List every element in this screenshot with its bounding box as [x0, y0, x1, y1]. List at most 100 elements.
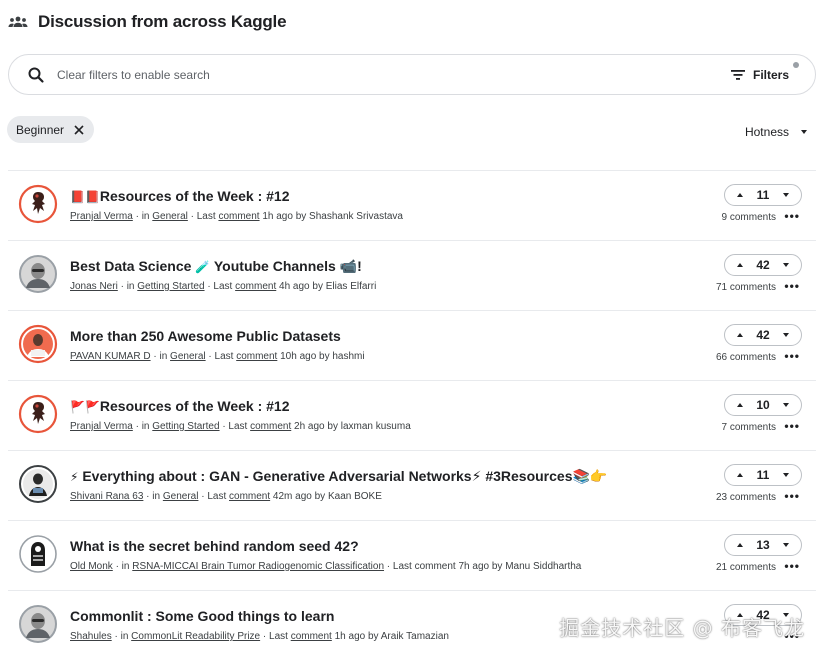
- search-input[interactable]: [57, 62, 731, 87]
- caret-up-icon: [737, 543, 743, 547]
- author-link[interactable]: Shivani Rana 63: [70, 491, 143, 502]
- meta-in: · in: [120, 281, 135, 292]
- topic-title[interactable]: More than 250 Awesome Public Datasets: [70, 328, 341, 344]
- comment-count[interactable]: 7 comments: [722, 422, 776, 433]
- caret-down-icon: [782, 333, 789, 337]
- sort-label: Hotness: [744, 125, 789, 139]
- meta-in: · in: [115, 561, 130, 572]
- vote-control: 11: [724, 464, 802, 486]
- topic-meta: Pranjal Verma · in General · Last commen…: [70, 211, 403, 222]
- forum-link[interactable]: Getting Started: [152, 421, 219, 432]
- forum-link[interactable]: General: [170, 351, 206, 362]
- filter-chip-beginner[interactable]: Beginner: [7, 116, 95, 143]
- avatar[interactable]: [18, 534, 58, 574]
- last-comment-link[interactable]: comment: [250, 421, 291, 432]
- forum-link[interactable]: RSNA-MICCAI Brain Tumor Radiogenomic Cla…: [132, 561, 384, 572]
- vote-count: 42: [756, 258, 770, 272]
- title-text: Resources of the Week : #12: [99, 398, 290, 414]
- more-options-icon[interactable]: •••: [784, 489, 800, 503]
- downvote-button[interactable]: [779, 468, 793, 482]
- last-comment-link[interactable]: comment: [236, 351, 277, 362]
- filters-label: Filters: [752, 67, 789, 82]
- last-comment-link[interactable]: comment: [218, 211, 259, 222]
- downvote-button[interactable]: [779, 398, 793, 412]
- author-link[interactable]: PAVAN KUMAR D: [70, 351, 151, 362]
- upvote-button[interactable]: [733, 258, 747, 272]
- comment-count[interactable]: 66 comments: [716, 352, 776, 363]
- close-icon[interactable]: [74, 124, 84, 135]
- comment-count[interactable]: 9 comments: [722, 212, 776, 223]
- forum-link[interactable]: General: [163, 491, 199, 502]
- topic-title[interactable]: 📕📕Resources of the Week : #12: [70, 188, 290, 204]
- downvote-button[interactable]: [779, 258, 793, 272]
- author-link[interactable]: Pranjal Verma: [70, 421, 133, 432]
- title-emoji: 🚩🚩: [70, 400, 100, 414]
- discussion-row[interactable]: 📕📕Resources of the Week : #12 Pranjal Ver…: [8, 171, 816, 241]
- more-options-icon[interactable]: •••: [784, 419, 800, 433]
- avatar[interactable]: [18, 324, 58, 364]
- comment-count[interactable]: 23 comments: [716, 492, 776, 503]
- forum-link[interactable]: Getting Started: [137, 281, 204, 292]
- upvote-button[interactable]: [733, 188, 747, 202]
- avatar[interactable]: [18, 254, 58, 294]
- vote-count: 13: [756, 538, 770, 552]
- author-link[interactable]: Jonas Neri: [70, 281, 118, 292]
- title-emoji: 📕📕: [70, 190, 100, 204]
- meta-time: 1h ago by Shashank Srivastava: [262, 211, 403, 222]
- discussion-row[interactable]: More than 250 Awesome Public Datasets PAV…: [8, 311, 816, 381]
- more-options-icon[interactable]: •••: [784, 559, 800, 573]
- comment-count[interactable]: 21 comments: [716, 562, 776, 573]
- title-text: Best Data Science: [70, 258, 196, 274]
- watermark: 掘金技术社区 @ 布客飞龙: [559, 616, 805, 640]
- discussion-row[interactable]: ⚡ Everything about : GAN - Generative Ad…: [8, 451, 816, 521]
- meta-separator: · Last comment: [386, 561, 456, 572]
- meta-time: 4h ago by Elias Elfarri: [279, 281, 377, 292]
- topic-title[interactable]: 🚩🚩Resources of the Week : #12: [70, 398, 290, 414]
- author-link[interactable]: Pranjal Verma: [70, 211, 133, 222]
- downvote-button[interactable]: [779, 188, 793, 202]
- more-options-icon[interactable]: •••: [784, 209, 800, 223]
- discussion-row[interactable]: 🚩🚩Resources of the Week : #12 Pranjal Ver…: [8, 381, 816, 451]
- title-text: More than 250 Awesome Public Datasets: [70, 328, 341, 344]
- upvote-button[interactable]: [733, 328, 747, 342]
- avatar[interactable]: [18, 394, 58, 434]
- more-options-icon[interactable]: •••: [784, 349, 800, 363]
- upvote-button[interactable]: [733, 398, 747, 412]
- comment-count[interactable]: 71 comments: [716, 282, 776, 293]
- more-options-icon[interactable]: •••: [784, 279, 800, 293]
- avatar[interactable]: [18, 604, 58, 644]
- discussion-row[interactable]: Best Data Science 🧪 Youtube Channels 📹! J…: [8, 241, 816, 311]
- downvote-button[interactable]: [779, 538, 793, 552]
- title-suffix: ⚡ #3Resources📚👉: [471, 468, 608, 484]
- topic-title[interactable]: ⚡ Everything about : GAN - Generative Ad…: [70, 468, 607, 485]
- caret-down-icon: [782, 543, 789, 547]
- forum-link[interactable]: CommonLit Readability Prize: [131, 631, 260, 642]
- last-comment-link[interactable]: comment: [235, 281, 276, 292]
- chip-label: Beginner: [16, 122, 65, 137]
- upvote-button[interactable]: [733, 538, 747, 552]
- topic-meta: Shahules · in CommonLit Readability Priz…: [70, 631, 449, 642]
- topic-meta: Pranjal Verma · in Getting Started · Las…: [70, 421, 411, 432]
- people-icon: [8, 14, 28, 30]
- author-link[interactable]: Shahules: [70, 631, 112, 642]
- downvote-button[interactable]: [779, 328, 793, 342]
- topic-title[interactable]: Best Data Science 🧪 Youtube Channels 📹!: [70, 258, 362, 275]
- topic-title[interactable]: What is the secret behind random seed 42…: [70, 538, 359, 554]
- discussion-row[interactable]: What is the secret behind random seed 42…: [8, 521, 816, 591]
- page-title: Discussion from across Kaggle: [38, 12, 287, 31]
- last-comment-link[interactable]: comment: [229, 491, 270, 502]
- sort-dropdown[interactable]: Hotness: [745, 125, 807, 139]
- topic-title[interactable]: Commonlit : Some Good things to learn: [70, 608, 334, 624]
- avatar[interactable]: [18, 464, 58, 504]
- caret-up-icon: [737, 403, 743, 407]
- filters-button[interactable]: Filters: [730, 61, 799, 82]
- avatar[interactable]: [18, 184, 58, 224]
- forum-link[interactable]: General: [152, 211, 188, 222]
- upvote-button[interactable]: [733, 468, 747, 482]
- last-comment-link[interactable]: comment: [291, 631, 332, 642]
- vote-count: 11: [756, 188, 770, 202]
- title-suffix: 📹!: [339, 258, 362, 274]
- author-link[interactable]: Old Monk: [70, 561, 113, 572]
- title-text: What is the secret behind random seed 42…: [70, 538, 359, 554]
- page-header: Discussion from across Kaggle: [8, 10, 287, 34]
